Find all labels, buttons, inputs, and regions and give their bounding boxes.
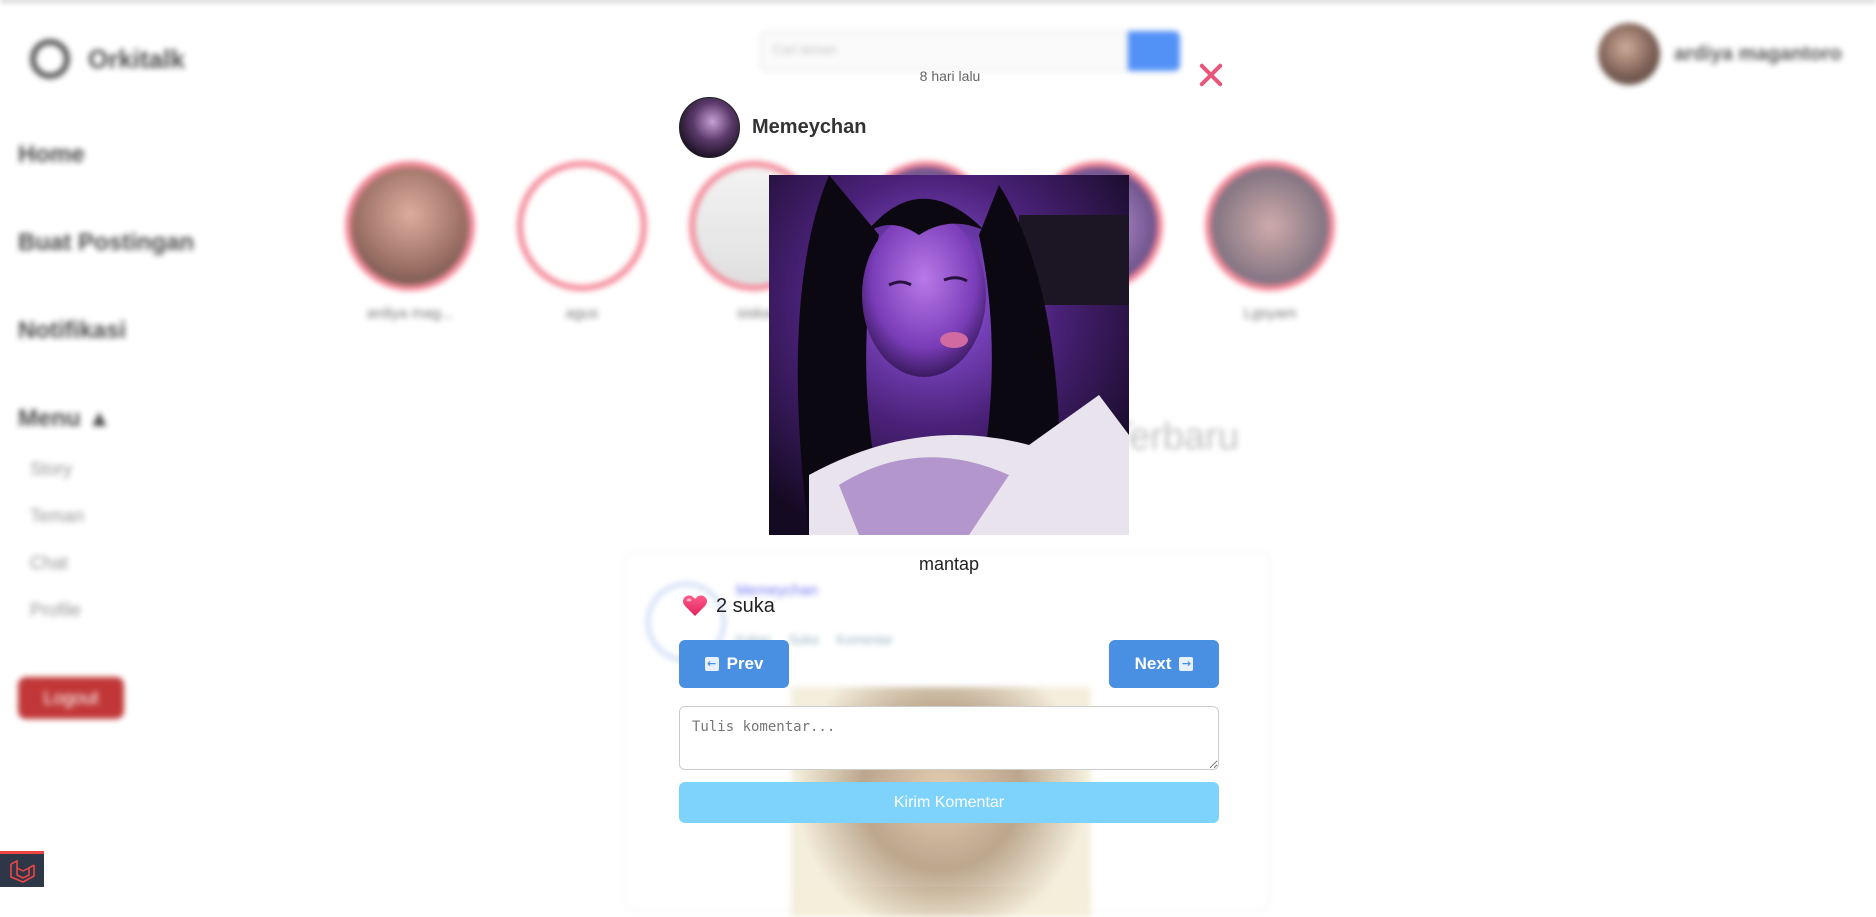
debugbar-toggle[interactable] [0, 851, 44, 887]
heart-icon[interactable] [682, 594, 708, 618]
close-button[interactable] [1196, 60, 1226, 90]
submit-comment-button[interactable]: Kirim Komentar [679, 782, 1219, 823]
story-time: 8 hari lalu [919, 68, 981, 84]
like-section: 2 suka [682, 594, 775, 618]
laravel-icon [10, 859, 35, 883]
avatar [679, 97, 740, 158]
story-username[interactable]: Memeychan [752, 116, 867, 139]
prev-label: Prev [726, 654, 764, 673]
story-caption: mantap [918, 554, 980, 574]
story-header: Memeychan [679, 97, 867, 158]
story-image [769, 175, 1129, 535]
story-modal-overlay: 8 hari lalu Memeychan mantap 2 suka ← Pr… [0, 0, 1876, 887]
next-label: Next [1134, 654, 1172, 673]
next-button[interactable]: Next → [1109, 640, 1219, 688]
prev-button[interactable]: ← Prev [679, 640, 789, 688]
close-icon [1196, 60, 1226, 90]
like-count: 2 suka [716, 594, 775, 617]
arrow-left-icon: ← [704, 657, 719, 671]
arrow-right-icon: → [1179, 657, 1194, 671]
comment-input[interactable] [679, 706, 1219, 770]
